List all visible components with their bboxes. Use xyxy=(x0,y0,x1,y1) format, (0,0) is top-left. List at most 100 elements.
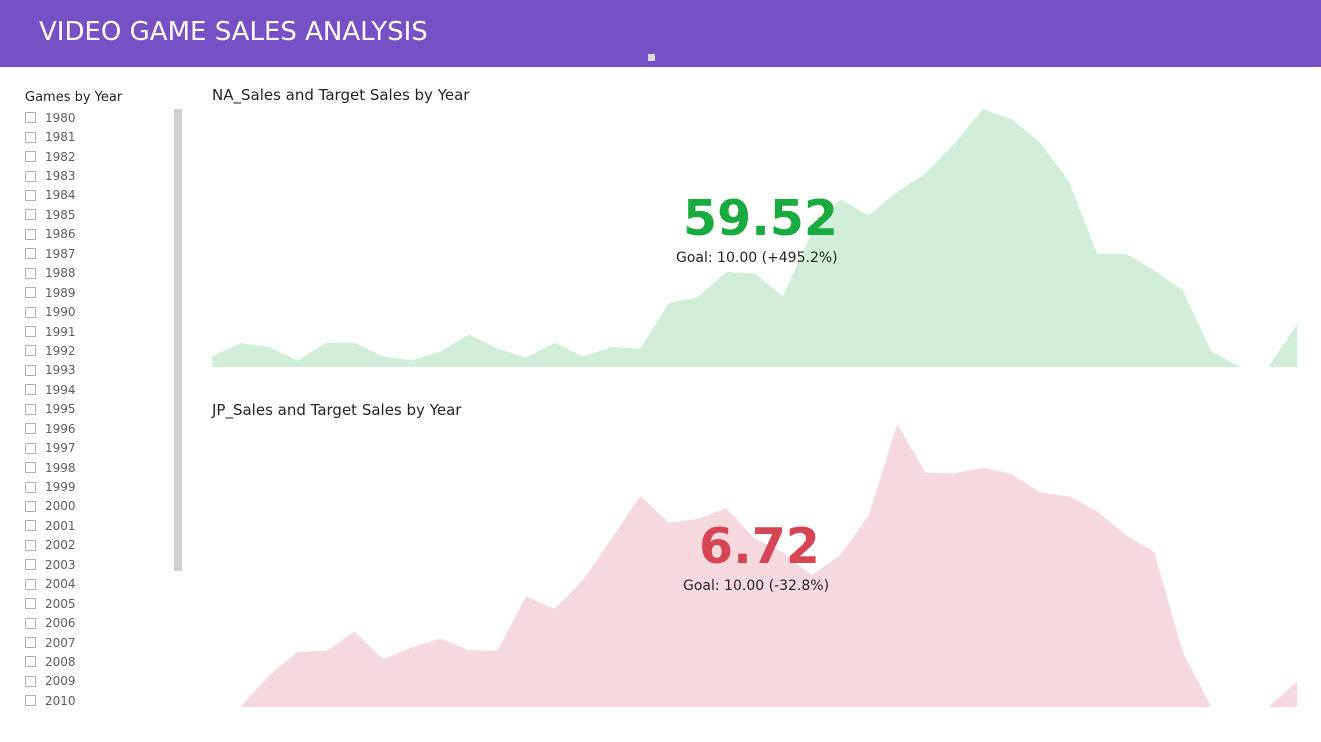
slicer-item-label: 1988 xyxy=(45,266,76,281)
checkbox[interactable] xyxy=(25,287,36,299)
checkbox[interactable] xyxy=(25,267,36,279)
slicer-item-1982[interactable]: 1982 xyxy=(24,147,174,166)
slicer-item-label: 2008 xyxy=(45,654,76,669)
checkbox[interactable] xyxy=(25,364,36,376)
jp-chart-title: JP_Sales and Target Sales by Year xyxy=(212,401,462,419)
slicer-item-label: 1981 xyxy=(45,130,76,145)
slicer-item-1987[interactable]: 1987 xyxy=(24,244,174,263)
slicer-item-label: 1983 xyxy=(45,169,76,184)
slicer-item-1992[interactable]: 1992 xyxy=(24,341,174,360)
slicer-item-label: 1997 xyxy=(45,441,76,456)
slicer-item-label: 2003 xyxy=(45,557,76,572)
slicer-item-2003[interactable]: 2003 xyxy=(24,555,174,574)
slicer-item-1985[interactable]: 1985 xyxy=(24,205,174,224)
checkbox[interactable] xyxy=(25,598,36,610)
slicer-item-1998[interactable]: 1998 xyxy=(24,458,174,477)
checkbox[interactable] xyxy=(25,520,36,532)
slicer-item-2002[interactable]: 2002 xyxy=(24,536,174,555)
checkbox[interactable] xyxy=(25,189,36,201)
slicer-item-2007[interactable]: 2007 xyxy=(24,633,174,652)
checkbox[interactable] xyxy=(25,403,36,415)
slicer-item-2010[interactable]: 2010 xyxy=(24,691,174,708)
slicer-item-label: 1985 xyxy=(45,207,76,222)
slicer-item-1989[interactable]: 1989 xyxy=(24,283,174,302)
slicer-item-label: 1994 xyxy=(45,382,76,397)
year-slicer: Games by Year 1980 1981 1982 1983 1984 1985 19… xyxy=(24,88,184,708)
slicer-item-label: 2007 xyxy=(45,635,76,650)
slicer-item-label: 1987 xyxy=(45,246,76,261)
checkbox[interactable] xyxy=(25,248,36,260)
slicer-item-label: 1993 xyxy=(45,363,76,378)
na-kpi-value: 59.52 xyxy=(683,190,838,247)
slicer-item-label: 1998 xyxy=(45,460,76,475)
slicer-item-label: 1999 xyxy=(45,480,76,495)
na-kpi-goal: Goal: 10.00 (+495.2%) xyxy=(676,250,838,266)
slicer-item-1980[interactable]: 1980 xyxy=(24,108,174,127)
slicer-item-1991[interactable]: 1991 xyxy=(24,322,174,341)
checkbox[interactable] xyxy=(25,209,36,221)
resize-handle[interactable] xyxy=(648,54,655,61)
checkbox[interactable] xyxy=(25,442,36,454)
slicer-item-2009[interactable]: 2009 xyxy=(24,672,174,691)
slicer-item-2005[interactable]: 2005 xyxy=(24,594,174,613)
slicer-item-1996[interactable]: 1996 xyxy=(24,419,174,438)
slicer-item-2008[interactable]: 2008 xyxy=(24,652,174,671)
checkbox[interactable] xyxy=(25,695,36,707)
exclamation-icon: ! xyxy=(802,540,807,554)
slicer-item-label: 1996 xyxy=(45,421,76,436)
slicer-item-label: 1982 xyxy=(45,149,76,164)
slicer-item-2001[interactable]: 2001 xyxy=(24,516,174,535)
slicer-item-1997[interactable]: 1997 xyxy=(24,438,174,457)
check-icon: ✓ xyxy=(816,210,828,226)
slicer-item-label: 1990 xyxy=(45,305,76,320)
slicer-item-1999[interactable]: 1999 xyxy=(24,477,174,496)
checkbox[interactable] xyxy=(25,423,36,435)
slicer-item-1995[interactable]: 1995 xyxy=(24,400,174,419)
slicer-item-label: 1989 xyxy=(45,285,76,300)
checkbox[interactable] xyxy=(25,500,36,512)
slicer-scrollbar[interactable] xyxy=(174,109,182,571)
checkbox[interactable] xyxy=(25,559,36,571)
slicer-item-label: 2002 xyxy=(45,538,76,553)
checkbox[interactable] xyxy=(25,151,36,163)
slicer-item-1984[interactable]: 1984 xyxy=(24,186,174,205)
slicer-item-2006[interactable]: 2006 xyxy=(24,613,174,632)
checkbox[interactable] xyxy=(25,170,36,182)
checkbox[interactable] xyxy=(25,345,36,357)
area-segment xyxy=(1268,324,1297,367)
slicer-item-2004[interactable]: 2004 xyxy=(24,575,174,594)
checkbox[interactable] xyxy=(25,578,36,590)
header-bar: VIDEO GAME SALES ANALYSIS xyxy=(0,0,1321,67)
slicer-item-label: 1986 xyxy=(45,227,76,242)
checkbox[interactable] xyxy=(25,326,36,338)
slicer-item-label: 2004 xyxy=(45,577,76,592)
slicer-item-1990[interactable]: 1990 xyxy=(24,302,174,321)
checkbox[interactable] xyxy=(25,384,36,396)
slicer-list: 1980 1981 1982 1983 1984 1985 1986 1987 1988 1989… xyxy=(24,108,174,708)
slicer-item-label: 2010 xyxy=(45,693,76,708)
checkbox[interactable] xyxy=(25,675,36,687)
checkbox[interactable] xyxy=(25,131,36,143)
checkbox[interactable] xyxy=(25,656,36,668)
slicer-item-label: 1995 xyxy=(45,402,76,417)
checkbox[interactable] xyxy=(25,462,36,474)
checkbox[interactable] xyxy=(25,617,36,629)
checkbox[interactable] xyxy=(25,112,36,124)
checkbox[interactable] xyxy=(25,637,36,649)
slicer-item-label: 2000 xyxy=(45,499,76,514)
slicer-item-1988[interactable]: 1988 xyxy=(24,264,174,283)
slicer-item-1993[interactable]: 1993 xyxy=(24,361,174,380)
checkbox[interactable] xyxy=(25,228,36,240)
slicer-item-1994[interactable]: 1994 xyxy=(24,380,174,399)
checkbox[interactable] xyxy=(25,481,36,493)
slicer-item-label: 1991 xyxy=(45,324,76,339)
slicer-item-2000[interactable]: 2000 xyxy=(24,497,174,516)
checkbox[interactable] xyxy=(25,539,36,551)
slicer-item-label: 1980 xyxy=(45,110,76,125)
slicer-item-label: 1992 xyxy=(45,343,76,358)
checkbox[interactable] xyxy=(25,306,36,318)
slicer-item-1983[interactable]: 1983 xyxy=(24,166,174,185)
slicer-item-1981[interactable]: 1981 xyxy=(24,127,174,146)
slicer-item-label: 1984 xyxy=(45,188,76,203)
slicer-item-1986[interactable]: 1986 xyxy=(24,225,174,244)
